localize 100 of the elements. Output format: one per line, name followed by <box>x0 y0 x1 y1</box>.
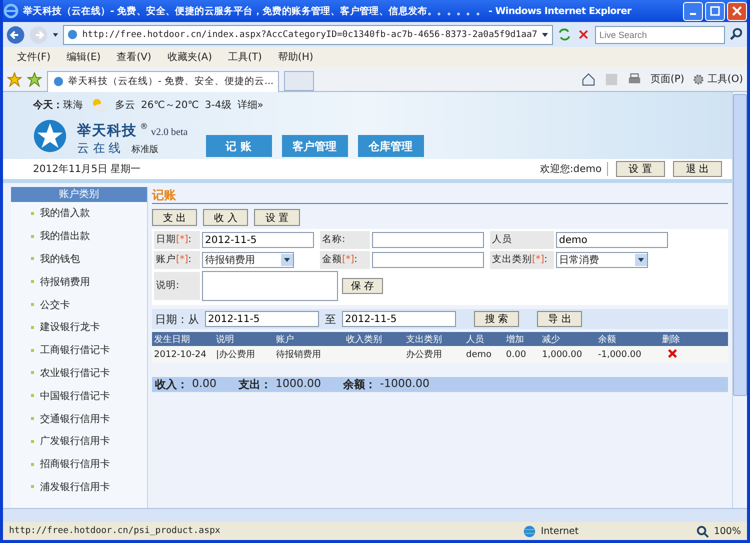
action-button[interactable]: 设 置 <box>254 209 300 226</box>
weather-temperature: 26℃～20℃ <box>141 99 199 112</box>
zoom-level[interactable]: 100% <box>714 526 741 536</box>
start-date-field[interactable]: 2012-11-5 <box>205 311 319 327</box>
field-label: 人员 <box>490 231 554 249</box>
sidebar-link[interactable]: 浦发银行信用卡 <box>40 480 110 494</box>
registered-mark: ® <box>140 122 148 131</box>
filter-button[interactable]: 导 出 <box>537 311 582 327</box>
bullet-icon <box>31 234 34 238</box>
input-field[interactable]: demo <box>556 232 668 248</box>
column-header: 支出类别 <box>405 334 443 346</box>
table-cell: 2012-10-24 <box>154 350 206 360</box>
header-button[interactable]: 退 出 <box>672 161 722 177</box>
dropdown-caret-icon[interactable] <box>541 30 550 38</box>
table-cell: |办公费用 <box>216 350 256 360</box>
vertical-scrollbar[interactable] <box>732 92 747 508</box>
search-field[interactable]: Live Search <box>595 26 726 44</box>
address-field[interactable]: http://free.hotdoor.cn/index.aspx?AccCategoryID=0c1340fb-ac7b-4656-8373-2a0a5f9d1aa7 <box>63 24 554 44</box>
sidebar-link[interactable]: 待报销费用 <box>40 274 90 289</box>
description-field[interactable] <box>202 271 338 301</box>
sidebar-link[interactable]: 我的钱包 <box>40 252 80 266</box>
bullet-icon <box>31 417 34 420</box>
maximize-icon <box>710 6 720 16</box>
weather-details-link[interactable]: 详细» <box>237 98 264 112</box>
end-date-field[interactable]: 2012-11-5 <box>342 311 456 327</box>
field-label: 日期[*]: <box>154 231 200 249</box>
header-button[interactable]: 设 置 <box>616 161 665 177</box>
search-icon[interactable] <box>729 27 744 42</box>
input-field[interactable] <box>372 252 484 268</box>
back-button[interactable] <box>6 24 26 46</box>
total-label: 支出： <box>238 377 272 392</box>
field-label: 支出类别[*]: <box>490 251 554 269</box>
dropdown-field[interactable]: 待报销费用 <box>202 252 294 268</box>
page-menu[interactable]: 页面(P) <box>650 72 684 86</box>
input-field[interactable] <box>372 232 484 248</box>
bullet-icon <box>31 348 34 352</box>
total-value: 1000.00 <box>276 377 321 392</box>
page-icon <box>67 29 78 40</box>
weather-wind: 3-4级 <box>204 99 232 112</box>
save-button[interactable]: 保 存 <box>342 278 384 294</box>
menu-item[interactable]: 查看(V) <box>108 50 160 64</box>
menu-item[interactable]: 文件(F) <box>9 50 59 64</box>
close-button[interactable] <box>727 2 747 20</box>
sidebar-link[interactable]: 交通银行信用卡 <box>40 412 110 426</box>
sidebar-link[interactable]: 建设银行龙卡 <box>40 320 100 334</box>
table-cell: 待报销费用 <box>276 350 321 360</box>
sidebar-link[interactable]: 广发银行信用卡 <box>40 434 110 448</box>
brand-name: 举天科技 <box>77 122 137 140</box>
brand-subtitle: 云 在 线 <box>77 140 121 157</box>
column-header: 人员 <box>465 334 485 346</box>
menu-item[interactable]: 收藏夹(A) <box>159 50 220 64</box>
close-icon <box>732 6 742 16</box>
maximize-button[interactable] <box>705 2 725 20</box>
bullet-icon <box>31 303 34 306</box>
field-label: 账户[*]: <box>154 251 200 269</box>
horizontal-scrollbar[interactable] <box>3 508 747 522</box>
favorites-star-icon[interactable] <box>7 72 22 86</box>
bullet-icon <box>31 394 34 398</box>
tools-menu[interactable]: 工具(O) <box>692 72 743 86</box>
page-icon <box>53 76 64 87</box>
sidebar-link[interactable]: 工商银行借记卡 <box>40 343 110 358</box>
sidebar-link[interactable]: 公交卡 <box>40 298 70 312</box>
action-button[interactable]: 收 入 <box>203 209 248 226</box>
menu-item[interactable]: 编辑(E) <box>58 50 109 64</box>
field-label: 名称: <box>320 231 370 249</box>
add-favorite-star-icon[interactable] <box>27 72 42 86</box>
sidebar-link[interactable]: 招商银行信用卡 <box>40 457 110 472</box>
table-cell: 1,000.00 <box>542 350 582 360</box>
home-icon[interactable] <box>581 72 596 86</box>
star-logo-icon <box>33 118 67 152</box>
dropdown-field[interactable]: 日常消费 <box>556 252 648 268</box>
printer-icon[interactable] <box>627 72 642 86</box>
refresh-icon[interactable] <box>557 27 572 42</box>
sidebar-link[interactable]: 中国银行借记卡 <box>40 388 110 403</box>
globe-icon <box>522 524 537 538</box>
menu-item[interactable]: 帮助(H) <box>270 50 322 64</box>
bullet-icon <box>31 440 34 443</box>
column-header: 说明 <box>215 334 235 346</box>
delete-icon[interactable] <box>668 348 677 358</box>
action-button[interactable]: 支 出 <box>152 209 198 226</box>
table-cell: 0.00 <box>506 350 526 360</box>
sidebar-link[interactable]: 我的借入款 <box>40 206 90 220</box>
total-label: 收入： <box>155 377 188 392</box>
bullet-icon <box>31 371 34 374</box>
minimize-icon <box>690 13 696 15</box>
menu-item[interactable]: 工具(T) <box>220 50 270 64</box>
field-label: 金额[*]: <box>320 251 370 269</box>
bullet-icon <box>31 326 34 329</box>
sidebar-link[interactable]: 农业银行借记卡 <box>40 366 110 380</box>
zoom-icon <box>694 524 710 538</box>
browser-tab[interactable]: 举天科技（云在线）- 免费、安全、便捷的云... <box>47 70 279 92</box>
status-url: http://free.hotdoor.cn/psi_product.aspx <box>9 526 222 536</box>
column-header: 账户 <box>275 334 295 346</box>
dropdown-caret-icon[interactable] <box>52 30 60 38</box>
minimize-button[interactable] <box>683 2 703 20</box>
filter-button[interactable]: 搜 索 <box>474 311 520 327</box>
sidebar-link[interactable]: 我的借出款 <box>40 229 90 244</box>
version-label: v2.0 beta <box>151 127 188 138</box>
input-field[interactable]: 2012-11-5 <box>202 232 314 248</box>
column-header: 发生日期 <box>153 334 191 346</box>
